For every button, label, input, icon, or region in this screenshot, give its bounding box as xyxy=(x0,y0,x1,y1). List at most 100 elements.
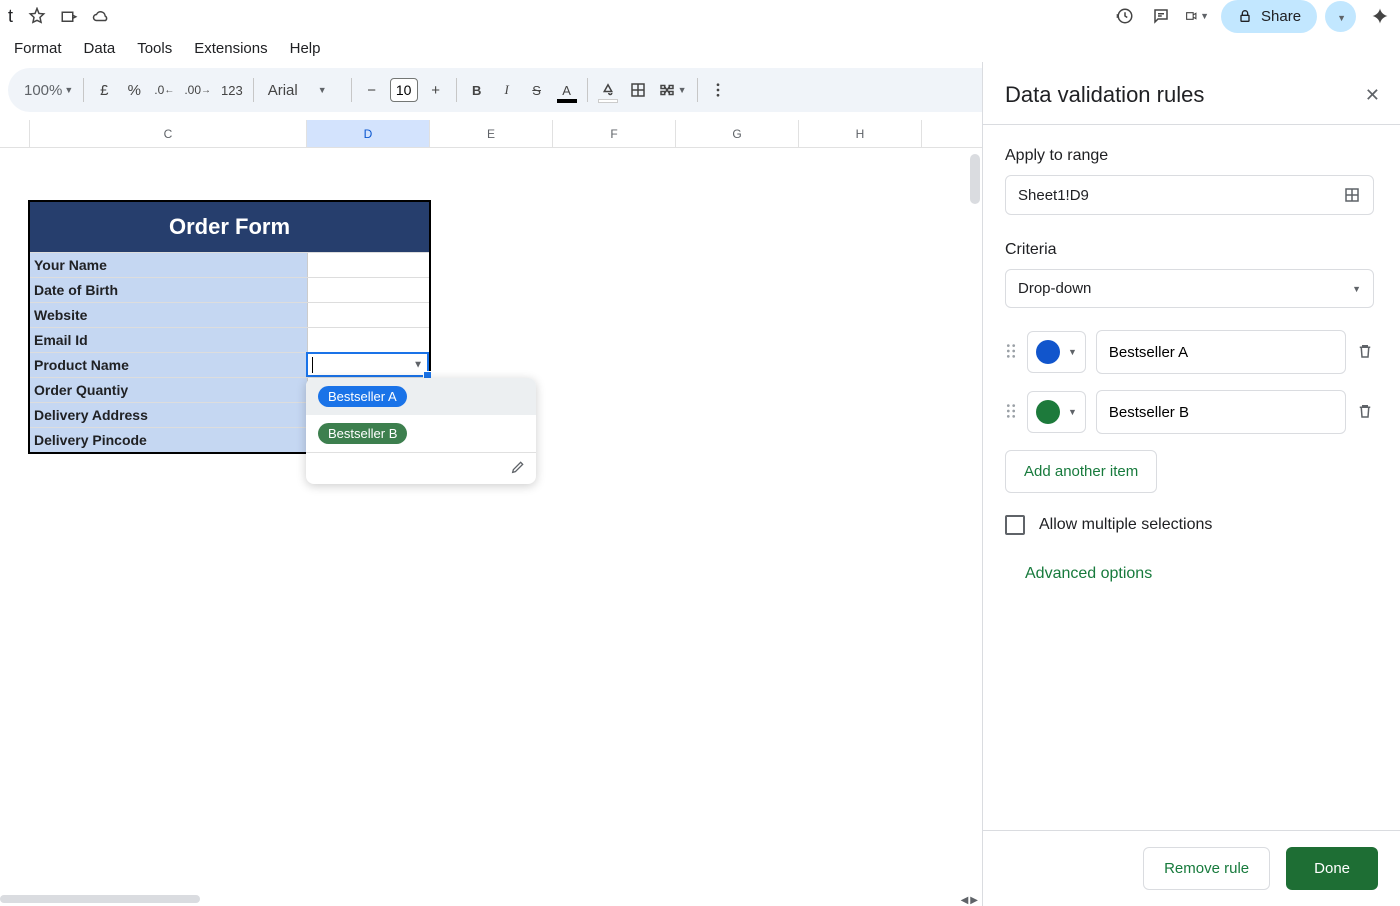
history-icon[interactable] xyxy=(1113,4,1137,28)
advanced-options-link[interactable]: Advanced options xyxy=(1025,565,1374,583)
input-name[interactable] xyxy=(307,253,429,277)
input-email[interactable] xyxy=(307,328,429,352)
range-input[interactable]: Sheet1!D9 xyxy=(1005,175,1374,215)
strikethrough-button[interactable]: S xyxy=(523,76,551,104)
menu-data[interactable]: Data xyxy=(74,34,126,63)
share-label: Share xyxy=(1261,8,1301,25)
scroll-left-icon[interactable]: ◀ xyxy=(961,895,969,906)
increase-decimal-button[interactable]: .00→ xyxy=(180,76,215,104)
lock-icon xyxy=(1237,8,1253,24)
separator xyxy=(253,78,254,102)
separator xyxy=(351,78,352,102)
chevron-down-icon: ▼ xyxy=(1352,284,1361,294)
chip-b: Bestseller B xyxy=(318,423,407,444)
font-size-decrease[interactable]: − xyxy=(358,76,386,104)
label-email: Email Id xyxy=(30,328,307,352)
merge-button[interactable]: ▼ xyxy=(654,76,691,104)
star-icon[interactable] xyxy=(25,4,49,28)
menu-tools[interactable]: Tools xyxy=(127,34,182,63)
cloud-icon[interactable] xyxy=(89,4,113,28)
meet-icon[interactable]: ▼ xyxy=(1185,4,1209,28)
delete-option-b[interactable] xyxy=(1356,402,1374,423)
gemini-icon[interactable] xyxy=(1368,4,1392,28)
close-icon[interactable]: ✕ xyxy=(1365,85,1380,106)
comment-icon[interactable] xyxy=(1149,4,1173,28)
color-dot-green xyxy=(1036,400,1060,424)
menu-format[interactable]: Format xyxy=(4,34,72,63)
dropdown-edit[interactable] xyxy=(306,452,536,484)
dropdown-option-a[interactable]: Bestseller A xyxy=(306,378,536,415)
option-input-b[interactable] xyxy=(1096,390,1346,434)
col-c[interactable]: C xyxy=(30,120,307,147)
spreadsheet-grid[interactable]: C D E F G H Order Form Your Name Date of… xyxy=(0,120,982,906)
zoom-select[interactable]: 100%▼ xyxy=(20,76,77,104)
label-dob: Date of Birth xyxy=(30,278,307,302)
label-qty: Order Quantiy xyxy=(30,378,307,402)
input-website[interactable] xyxy=(307,303,429,327)
chevron-down-icon: ▼ xyxy=(1068,407,1077,417)
add-item-button[interactable]: Add another item xyxy=(1005,450,1157,493)
decrease-decimal-button[interactable]: .0← xyxy=(150,76,178,104)
remove-rule-button[interactable]: Remove rule xyxy=(1143,847,1270,890)
col-f[interactable]: F xyxy=(553,120,676,147)
input-dob[interactable] xyxy=(307,278,429,302)
drag-handle-icon[interactable] xyxy=(1005,342,1017,363)
bold-button[interactable]: B xyxy=(463,76,491,104)
font-size-group: − + xyxy=(358,76,450,104)
percent-button[interactable]: % xyxy=(120,76,148,104)
chevron-down-icon: ▼ xyxy=(1068,347,1077,357)
allow-multiple-row: Allow multiple selections xyxy=(1005,515,1374,535)
dropdown-popup: Bestseller A Bestseller B xyxy=(306,378,536,484)
option-row-a: ▼ xyxy=(1005,330,1374,374)
active-cell[interactable]: ▼ xyxy=(306,352,429,377)
share-dropdown[interactable]: ▼ xyxy=(1325,1,1356,32)
label-name: Your Name xyxy=(30,253,307,277)
horizontal-scrollbar-area: ◀ ▶ xyxy=(0,894,982,906)
col-h[interactable]: H xyxy=(799,120,922,147)
allow-multiple-label: Allow multiple selections xyxy=(1039,516,1212,534)
delete-option-a[interactable] xyxy=(1356,342,1374,363)
grid-icon xyxy=(1343,186,1361,204)
option-input-a[interactable] xyxy=(1096,330,1346,374)
color-chip-a[interactable]: ▼ xyxy=(1027,331,1086,373)
option-row-b: ▼ xyxy=(1005,390,1374,434)
dropdown-caret-icon[interactable]: ▼ xyxy=(413,359,423,370)
separator xyxy=(456,78,457,102)
italic-button[interactable]: I xyxy=(493,76,521,104)
label-product: Product Name xyxy=(30,353,307,377)
separator xyxy=(697,78,698,102)
doc-title-fragment[interactable]: t xyxy=(8,6,13,27)
form-title: Order Form xyxy=(30,202,429,252)
currency-button[interactable]: £ xyxy=(90,76,118,104)
font-size-input[interactable] xyxy=(390,78,418,102)
font-size-increase[interactable]: + xyxy=(422,76,450,104)
menu-help[interactable]: Help xyxy=(280,34,331,63)
criteria-select[interactable]: Drop-down ▼ xyxy=(1005,269,1374,308)
menu-extensions[interactable]: Extensions xyxy=(184,34,277,63)
col-g[interactable]: G xyxy=(676,120,799,147)
vertical-scrollbar[interactable] xyxy=(970,154,980,204)
font-select[interactable]: Arial▼ xyxy=(260,76,345,104)
scroll-right-icon[interactable]: ▶ xyxy=(970,895,978,906)
chip-a: Bestseller A xyxy=(318,386,407,407)
text-cursor xyxy=(312,357,313,373)
share-button[interactable]: Share xyxy=(1221,0,1317,33)
dropdown-option-b[interactable]: Bestseller B xyxy=(306,415,536,452)
horizontal-scrollbar[interactable] xyxy=(0,895,200,903)
allow-multiple-checkbox[interactable] xyxy=(1005,515,1025,535)
done-button[interactable]: Done xyxy=(1286,847,1378,890)
borders-button[interactable] xyxy=(624,76,652,104)
color-chip-b[interactable]: ▼ xyxy=(1027,391,1086,433)
label-pin: Delivery Pincode xyxy=(30,428,307,452)
format-123-button[interactable]: 123 xyxy=(217,76,247,104)
col-e[interactable]: E xyxy=(430,120,553,147)
col-d[interactable]: D xyxy=(307,120,430,147)
separator xyxy=(83,78,84,102)
criteria-label: Criteria xyxy=(1005,241,1374,259)
text-color-button[interactable]: A xyxy=(553,76,581,104)
drag-handle-icon[interactable] xyxy=(1005,402,1017,423)
more-button[interactable] xyxy=(704,76,732,104)
color-dot-blue xyxy=(1036,340,1060,364)
move-icon[interactable] xyxy=(57,4,81,28)
fill-color-button[interactable] xyxy=(594,76,622,104)
